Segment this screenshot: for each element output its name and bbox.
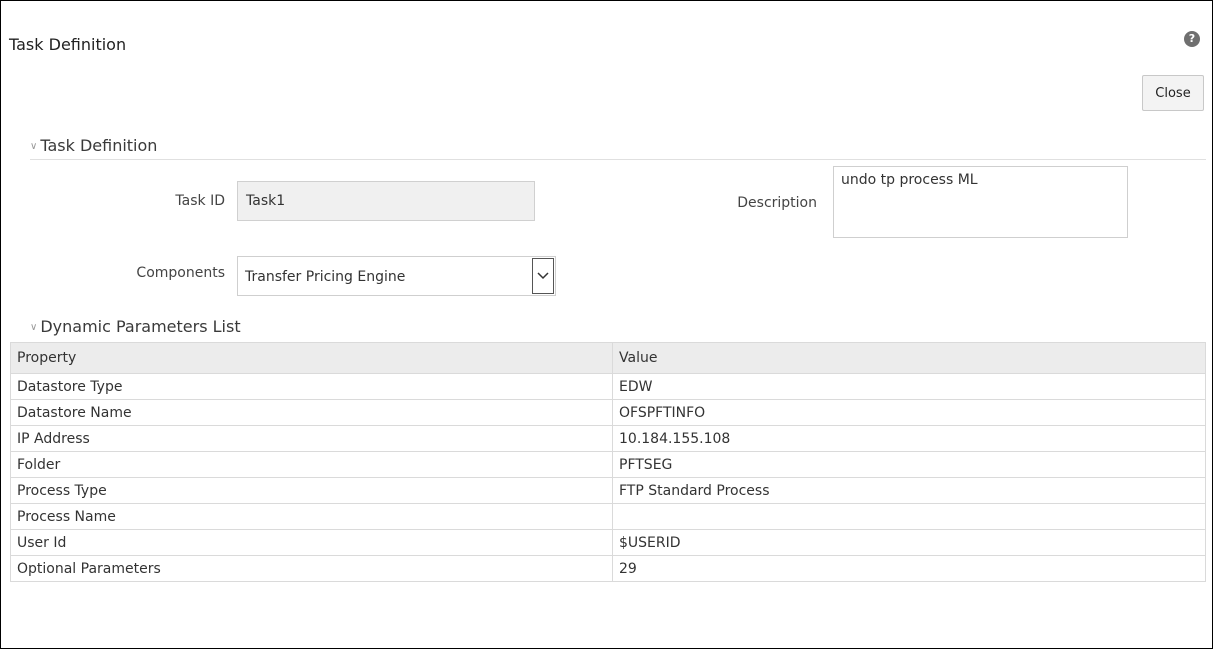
chevron-down-icon: ∨ [30,322,38,333]
column-header-property[interactable]: Property [10,342,613,374]
column-header-value[interactable]: Value [612,342,1206,374]
table-row[interactable]: Process Name [10,503,1206,530]
property-cell: IP Address [10,425,613,452]
components-label: Components [136,265,225,281]
dialog-title: Task Definition [9,35,127,54]
description-label: Description [737,195,817,211]
value-cell: 10.184.155.108 [612,425,1206,452]
dynamic-parameters-section-label: Dynamic Parameters List [40,317,241,336]
value-cell: OFSPFTINFO [612,399,1206,426]
value-cell: 29 [612,555,1206,582]
task-definition-section-label: Task Definition [40,136,158,155]
section-divider [30,159,1206,160]
value-cell: EDW [612,373,1206,400]
table-row[interactable]: Optional Parameters 29 [10,555,1206,582]
table-row[interactable]: IP Address 10.184.155.108 [10,425,1206,452]
value-cell: $USERID [612,529,1206,556]
property-cell: User Id [10,529,613,556]
value-cell [612,503,1206,530]
chevron-down-icon: ∨ [30,141,38,152]
components-select[interactable]: Transfer Pricing Engine [237,256,556,296]
task-id-label: Task ID [175,193,225,209]
task-definition-section-header[interactable]: ∨ Task Definition [30,136,157,155]
task-definition-dialog: Task Definition ? Close ∨ Task Definition… [0,0,1213,649]
table-row[interactable]: Datastore Name OFSPFTINFO [10,399,1206,426]
description-field[interactable]: undo tp process ML [833,166,1128,238]
table-row[interactable]: Datastore Type EDW [10,373,1206,400]
value-cell: FTP Standard Process [612,477,1206,504]
property-cell: Optional Parameters [10,555,613,582]
property-cell: Datastore Type [10,373,613,400]
property-cell: Datastore Name [10,399,613,426]
help-icon[interactable]: ? [1184,31,1200,47]
chevron-down-icon[interactable] [532,258,554,294]
property-cell: Process Type [10,477,613,504]
table-header-row: Property Value [10,342,1206,374]
value-cell: PFTSEG [612,451,1206,478]
components-selected-value: Transfer Pricing Engine [245,269,406,285]
table-row[interactable]: User Id $USERID [10,529,1206,556]
task-id-field[interactable]: Task1 [237,181,535,221]
close-button[interactable]: Close [1142,75,1204,111]
dynamic-parameters-table: Property Value Datastore Type EDW Datast… [10,342,1206,582]
table-row[interactable]: Folder PFTSEG [10,451,1206,478]
dynamic-parameters-section-header[interactable]: ∨ Dynamic Parameters List [30,317,241,336]
property-cell: Folder [10,451,613,478]
property-cell: Process Name [10,503,613,530]
table-row[interactable]: Process Type FTP Standard Process [10,477,1206,504]
